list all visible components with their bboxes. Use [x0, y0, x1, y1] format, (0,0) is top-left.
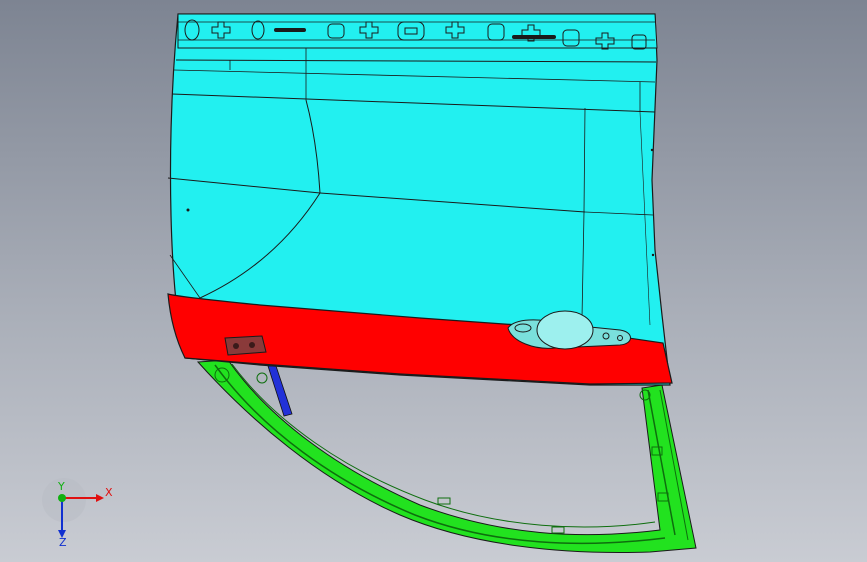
hinge-bracket[interactable]	[224, 335, 267, 356]
car-door-model[interactable]	[0, 0, 867, 562]
x-axis-label: X	[105, 486, 113, 499]
window-frame[interactable]	[196, 359, 697, 554]
graphics-viewport[interactable]: X Y Z	[0, 0, 867, 562]
orientation-triad: X Y Z	[42, 478, 113, 548]
y-axis-label: Y	[57, 480, 65, 493]
z-axis-label: Z	[59, 536, 67, 548]
x-axis-arrow-icon	[96, 494, 104, 502]
y-axis-dot-icon	[58, 494, 66, 502]
